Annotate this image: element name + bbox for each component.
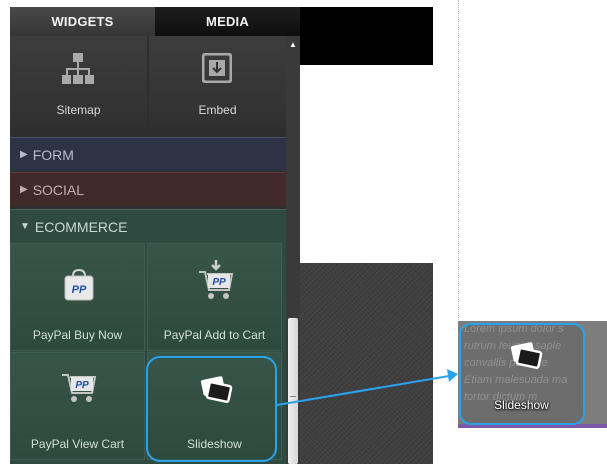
drag-line [276, 374, 456, 406]
drag-arrow-icon [447, 369, 458, 382]
drag-connector [276, 369, 458, 406]
